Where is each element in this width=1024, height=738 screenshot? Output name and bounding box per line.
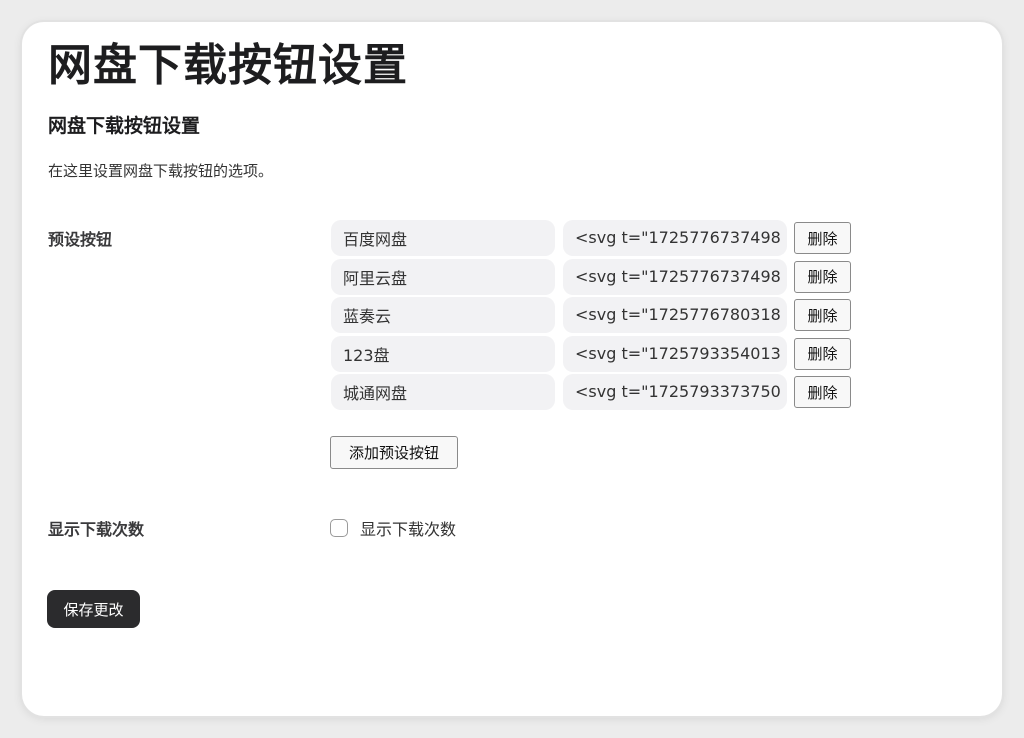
download-count-option: 显示下载次数 xyxy=(330,516,456,540)
preset-row: <svg t="1725776737498 删除 xyxy=(331,219,851,258)
preset-svg-input[interactable]: <svg t="1725793373750 xyxy=(563,374,787,411)
delete-button[interactable]: 删除 xyxy=(794,299,851,332)
section-title: 网盘下载按钮设置 xyxy=(48,115,201,137)
delete-button[interactable]: 删除 xyxy=(794,222,851,255)
save-button[interactable]: 保存更改 xyxy=(47,590,140,628)
preset-name-input[interactable] xyxy=(331,374,555,411)
preset-row: <svg t="1725776737498 删除 xyxy=(331,258,851,297)
preset-list: <svg t="1725776737498 删除 <svg t="1725776… xyxy=(331,219,851,412)
section-description: 在这里设置网盘下载按钮的选项。 xyxy=(48,162,274,180)
preset-svg-input[interactable]: <svg t="1725776737498 xyxy=(563,220,787,257)
preset-name-input[interactable] xyxy=(331,335,555,372)
preset-name-input[interactable] xyxy=(331,297,555,334)
preset-name-input[interactable] xyxy=(331,220,555,257)
delete-button[interactable]: 删除 xyxy=(794,337,851,370)
add-preset-button[interactable]: 添加预设按钮 xyxy=(330,436,458,469)
presets-label: 预设按钮 xyxy=(48,230,113,249)
preset-name-input[interactable] xyxy=(331,258,555,295)
download-count-checkbox-label[interactable]: 显示下载次数 xyxy=(360,516,456,540)
preset-svg-input[interactable]: <svg t="1725793354013 xyxy=(563,335,787,372)
download-count-label: 显示下载次数 xyxy=(48,520,145,539)
download-count-checkbox[interactable] xyxy=(330,519,348,537)
settings-card: 网盘下载按钮设置 网盘下载按钮设置 在这里设置网盘下载按钮的选项。 预设按钮 <… xyxy=(22,22,1002,716)
preset-row: <svg t="1725793373750 删除 xyxy=(331,373,851,412)
preset-svg-input[interactable]: <svg t="1725776737498 xyxy=(563,258,787,295)
preset-row: <svg t="1725776780318 删除 xyxy=(331,296,851,335)
preset-svg-input[interactable]: <svg t="1725776780318 xyxy=(563,297,787,334)
preset-row: <svg t="1725793354013 删除 xyxy=(331,335,851,374)
delete-button[interactable]: 删除 xyxy=(794,260,851,293)
delete-button[interactable]: 删除 xyxy=(794,376,851,409)
page-title: 网盘下载按钮设置 xyxy=(48,40,408,91)
